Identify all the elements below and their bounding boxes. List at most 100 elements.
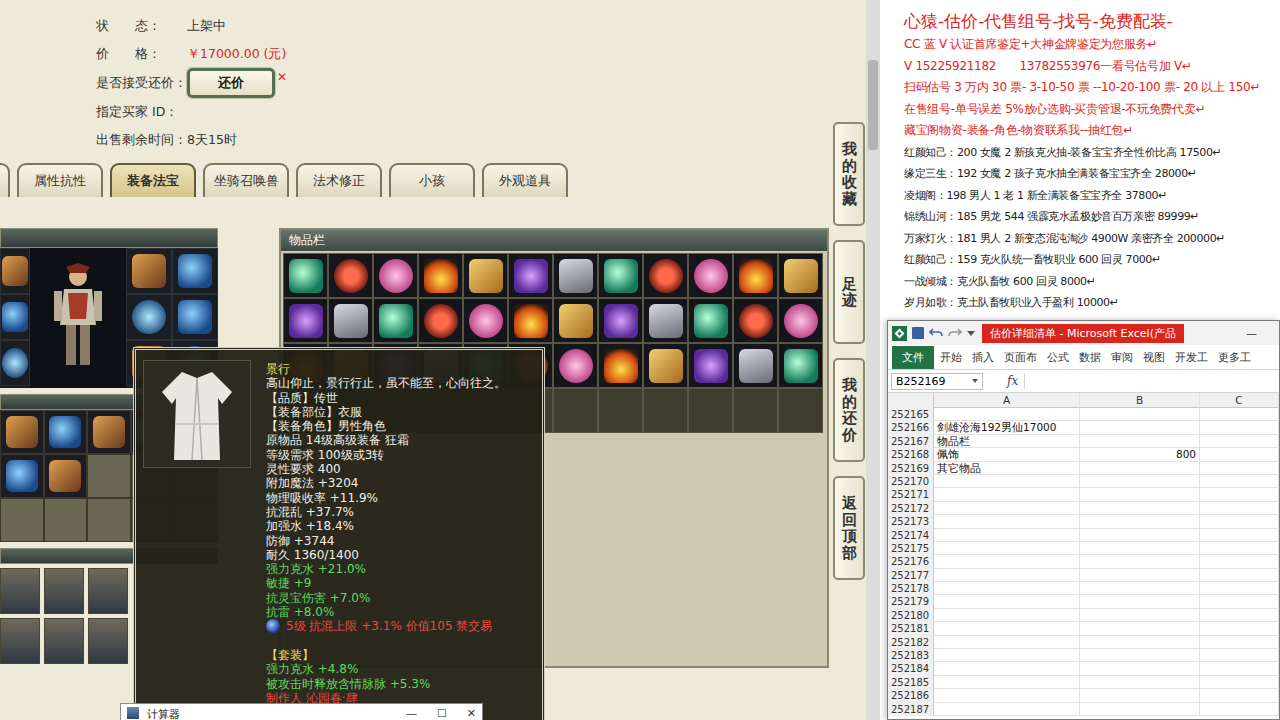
cell[interactable] [934, 676, 1080, 689]
cell[interactable] [1200, 622, 1279, 635]
undo-icon[interactable] [929, 327, 943, 339]
equip-slot[interactable] [0, 294, 30, 340]
cell[interactable] [1080, 569, 1200, 582]
column-header[interactable]: C [1200, 393, 1279, 408]
inventory-slot[interactable] [778, 343, 823, 388]
ribbon-tab[interactable]: 视图 [1139, 347, 1169, 368]
ribbon-tab[interactable]: 开发工 [1171, 347, 1212, 368]
side-button[interactable]: 我的收藏 [833, 122, 865, 226]
row-number[interactable]: 252168 [888, 448, 934, 461]
inventory-slot[interactable] [283, 253, 328, 298]
bag-slot[interactable] [87, 410, 131, 454]
cell[interactable] [1200, 703, 1279, 716]
window-control[interactable]: — [406, 707, 417, 720]
cell[interactable]: 物品栏 [934, 435, 1080, 448]
row-number[interactable]: 252182 [888, 636, 934, 649]
cell[interactable] [1200, 462, 1279, 475]
row-number[interactable]: 252172 [888, 502, 934, 515]
cell[interactable] [1080, 622, 1200, 635]
inventory-slot[interactable] [778, 253, 823, 298]
inventory-slot[interactable] [643, 298, 688, 343]
pet-portrait[interactable] [0, 618, 40, 664]
row-number[interactable]: 252178 [888, 582, 934, 595]
cell[interactable] [934, 502, 1080, 515]
redo-icon[interactable] [948, 327, 962, 339]
ribbon-tab[interactable]: 文件 [892, 346, 934, 369]
row-number[interactable]: 252177 [888, 569, 934, 582]
inventory-slot[interactable] [778, 388, 823, 433]
side-button[interactable]: 我的还价 [833, 358, 865, 462]
row-number[interactable]: 252167 [888, 435, 934, 448]
cell[interactable] [934, 662, 1080, 675]
cell[interactable]: 剑雄沧海192男仙17000 [934, 421, 1080, 434]
row-number[interactable]: 252183 [888, 649, 934, 662]
window-control[interactable]: ☐ [437, 707, 447, 720]
row-number[interactable]: 252186 [888, 689, 934, 702]
cell[interactable] [934, 569, 1080, 582]
row-number[interactable]: 252174 [888, 529, 934, 542]
cell[interactable] [1200, 609, 1279, 622]
inventory-slot[interactable] [463, 253, 508, 298]
cell[interactable] [1080, 609, 1200, 622]
ribbon-tab[interactable]: 数据 [1075, 347, 1105, 368]
row-number[interactable]: 252187 [888, 703, 934, 716]
bag-slot[interactable] [44, 498, 88, 542]
bag-slot[interactable] [44, 454, 88, 498]
inventory-slot[interactable] [283, 298, 328, 343]
cell[interactable] [934, 408, 1080, 421]
row-number[interactable]: 252176 [888, 555, 934, 568]
inventory-slot[interactable] [508, 253, 553, 298]
cell[interactable] [1200, 435, 1279, 448]
inventory-slot[interactable] [688, 298, 733, 343]
cell[interactable] [1200, 676, 1279, 689]
bag-slot[interactable] [87, 498, 131, 542]
inventory-slot[interactable] [643, 343, 688, 388]
window-control[interactable]: — [1246, 327, 1275, 340]
cell[interactable] [1080, 689, 1200, 702]
name-box[interactable]: B252169 [891, 373, 983, 390]
inventory-slot[interactable] [688, 388, 733, 433]
cell[interactable] [1080, 555, 1200, 568]
row-number[interactable]: 252173 [888, 515, 934, 528]
formula-input[interactable] [1024, 373, 1276, 389]
cell[interactable] [1200, 515, 1279, 528]
column-header[interactable]: A [934, 393, 1080, 408]
inventory-slot[interactable] [373, 253, 418, 298]
cell[interactable] [934, 529, 1080, 542]
cell[interactable] [1200, 448, 1279, 461]
cell[interactable] [1200, 555, 1279, 568]
row-number[interactable]: 252181 [888, 622, 934, 635]
cell[interactable] [1200, 488, 1279, 501]
cell[interactable] [1200, 689, 1279, 702]
cell[interactable] [1080, 636, 1200, 649]
cell[interactable] [1200, 582, 1279, 595]
bag-slot[interactable] [0, 410, 44, 454]
inventory-slot[interactable] [598, 298, 643, 343]
cell[interactable] [1200, 408, 1279, 421]
side-button[interactable]: 返回顶部 [833, 476, 865, 580]
cell[interactable] [934, 609, 1080, 622]
row-number[interactable]: 252166 [888, 421, 934, 434]
cell[interactable] [1080, 595, 1200, 608]
cell[interactable] [1080, 529, 1200, 542]
pet-portrait[interactable] [0, 568, 40, 614]
scroll-thumb[interactable] [868, 60, 878, 150]
inventory-slot[interactable] [598, 388, 643, 433]
ribbon-tab[interactable]: 页面布 [1000, 347, 1041, 368]
cell[interactable] [1200, 569, 1279, 582]
cell[interactable] [934, 636, 1080, 649]
pet-portrait[interactable] [44, 618, 84, 664]
cell[interactable] [1200, 421, 1279, 434]
cell[interactable] [1200, 649, 1279, 662]
ribbon-tab[interactable]: 插入 [968, 347, 998, 368]
tab[interactable] [0, 163, 10, 197]
inventory-slot[interactable] [508, 298, 553, 343]
row-number[interactable]: 252180 [888, 609, 934, 622]
inventory-slot[interactable] [328, 253, 373, 298]
cell[interactable] [1080, 662, 1200, 675]
cell[interactable] [1080, 421, 1200, 434]
inventory-slot[interactable] [643, 388, 688, 433]
inventory-slot[interactable] [733, 343, 778, 388]
cell[interactable] [934, 595, 1080, 608]
ribbon-tab[interactable]: 审阅 [1107, 347, 1137, 368]
